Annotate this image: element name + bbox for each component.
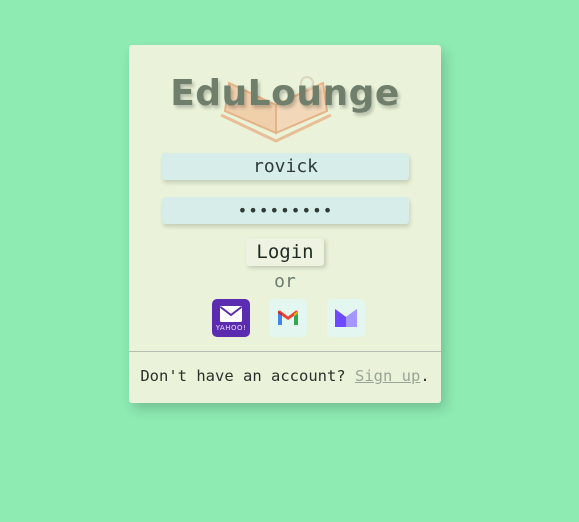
password-input[interactable]	[162, 197, 409, 224]
yahoo-mail-button[interactable]: YAHOO!	[212, 299, 250, 337]
footer-period: .	[420, 367, 430, 385]
yahoo-logo-text: YAHOO!	[215, 324, 247, 332]
gmail-button[interactable]	[269, 299, 307, 337]
signup-prompt: Don't have an account?	[140, 367, 355, 385]
login-button[interactable]: Login	[246, 238, 324, 266]
logo-area: EduLounge	[129, 67, 441, 147]
or-separator: or	[274, 271, 296, 292]
app-title: EduLounge	[170, 73, 400, 114]
gmail-icon	[278, 310, 298, 325]
footer-divider	[129, 351, 441, 352]
login-card: EduLounge Login or YAHOO! Don't have an …	[129, 45, 441, 403]
signup-footer: Don't have an account? Sign up.	[129, 367, 441, 385]
envelope-icon	[219, 306, 243, 322]
signup-link[interactable]: Sign up	[355, 367, 420, 385]
username-input[interactable]	[162, 153, 409, 180]
proton-mail-button[interactable]	[327, 299, 365, 337]
proton-icon	[335, 309, 357, 327]
